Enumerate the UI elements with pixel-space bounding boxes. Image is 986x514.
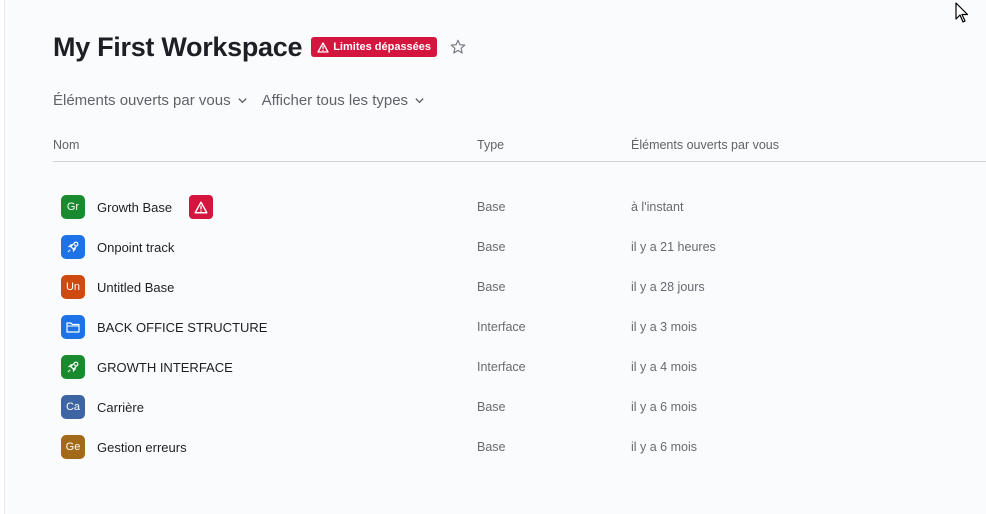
- column-type[interactable]: Type: [477, 138, 504, 152]
- item-name: BACK OFFICE STRUCTURE: [97, 319, 268, 335]
- item-type: Base: [477, 240, 506, 254]
- column-opened[interactable]: Éléments ouverts par vous: [631, 138, 779, 152]
- item-type: Interface: [477, 320, 526, 334]
- item-name: Onpoint track: [97, 239, 175, 255]
- item-name: Growth Base: [97, 199, 173, 215]
- rocket-icon: [61, 355, 85, 379]
- warning-icon: [317, 41, 329, 53]
- item-name: Gestion erreurs: [97, 439, 187, 455]
- rocket-icon: [61, 235, 85, 259]
- base-initials-icon: Ge: [61, 435, 85, 459]
- item-type: Base: [477, 440, 506, 454]
- table-row[interactable]: Ge Gestion erreurs Base il y a 6 mois: [53, 432, 986, 462]
- folder-icon: [61, 315, 85, 339]
- item-last-opened: il y a 6 mois: [631, 400, 697, 414]
- table-row[interactable]: Onpoint track Base il y a 21 heures: [53, 232, 986, 262]
- table-row[interactable]: Un Untitled Base Base il y a 28 jours: [53, 272, 986, 302]
- item-type: Base: [477, 400, 506, 414]
- item-last-opened: il y a 6 mois: [631, 440, 697, 454]
- table-row[interactable]: Gr Growth Base Base à l'instant: [53, 192, 986, 222]
- opened-by-you-label: Éléments ouverts par vous: [53, 92, 231, 109]
- filter-bar: Éléments ouverts par vous Afficher tous …: [53, 92, 425, 109]
- item-name: GROWTH INTERFACE: [97, 359, 233, 375]
- item-last-opened: à l'instant: [631, 200, 684, 214]
- type-filter-label: Afficher tous les types: [261, 92, 409, 109]
- workspace-panel: My First Workspace Limites dépassées Élé…: [4, 0, 986, 514]
- star-icon[interactable]: [449, 38, 467, 56]
- item-last-opened: il y a 28 jours: [631, 280, 705, 294]
- mouse-cursor-icon: [955, 2, 969, 23]
- chevron-down-icon: [415, 98, 424, 104]
- title-row: My First Workspace Limites dépassées: [53, 30, 467, 64]
- opened-by-you-filter[interactable]: Éléments ouverts par vous: [53, 92, 248, 109]
- base-initials-icon: Gr: [61, 195, 85, 219]
- table-row[interactable]: Ca Carrière Base il y a 6 mois: [53, 392, 986, 422]
- column-name[interactable]: Nom: [53, 138, 79, 152]
- item-type: Base: [477, 200, 506, 214]
- item-type: Base: [477, 280, 506, 294]
- limits-exceeded-badge[interactable]: Limites dépassées: [311, 37, 438, 57]
- type-filter[interactable]: Afficher tous les types: [262, 92, 425, 109]
- limits-exceeded-label: Limites dépassées: [333, 41, 432, 53]
- item-name: Untitled Base: [97, 279, 175, 295]
- base-initials-icon: Un: [61, 275, 85, 299]
- table-header: Nom Type Éléments ouverts par vous: [53, 137, 986, 162]
- base-initials-icon: Ca: [61, 395, 85, 419]
- table-row[interactable]: GROWTH INTERFACE Interface il y a 4 mois: [53, 352, 986, 382]
- item-name: Carrière: [97, 399, 144, 415]
- warning-icon[interactable]: [189, 195, 213, 219]
- item-type: Interface: [477, 360, 526, 374]
- item-last-opened: il y a 4 mois: [631, 360, 697, 374]
- item-last-opened: il y a 21 heures: [631, 240, 716, 254]
- table-row[interactable]: BACK OFFICE STRUCTURE Interface il y a 3 m…: [53, 312, 986, 342]
- chevron-down-icon: [237, 98, 247, 104]
- page-title: My First Workspace: [53, 31, 303, 62]
- item-last-opened: il y a 3 mois: [631, 320, 697, 334]
